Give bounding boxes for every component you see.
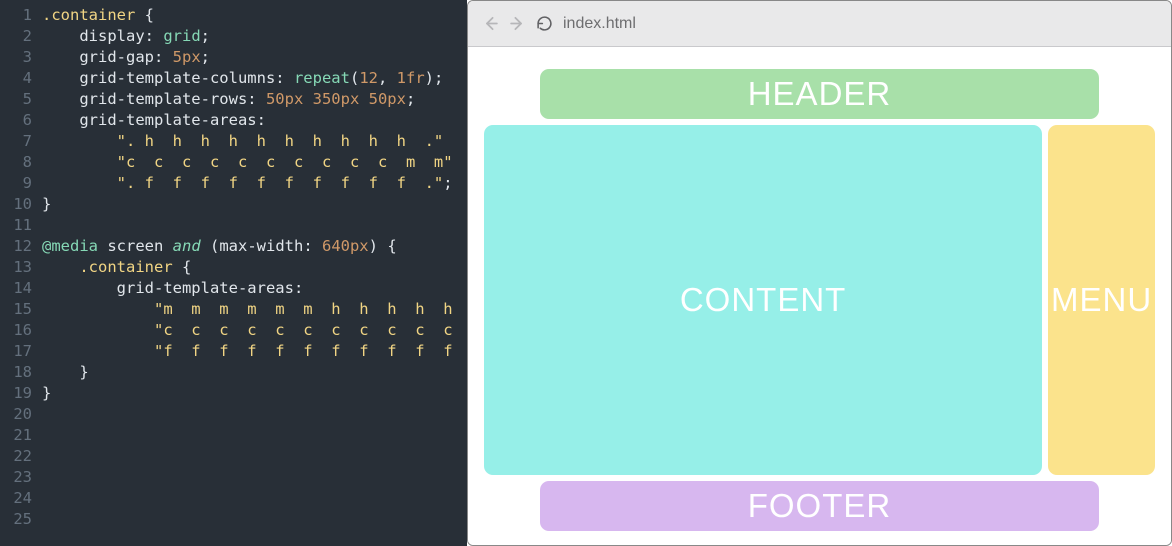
code-line[interactable]: ". h h h h h h h h h h ." <box>42 131 467 152</box>
back-icon[interactable] <box>482 15 499 32</box>
grid-footer: FOOTER <box>540 481 1098 531</box>
line-number: 11 <box>0 215 32 236</box>
line-number: 21 <box>0 425 32 446</box>
line-number: 23 <box>0 467 32 488</box>
code-editor[interactable]: 1234567891011121314151617181920212223242… <box>0 0 467 546</box>
code-line[interactable] <box>42 488 467 509</box>
line-number: 2 <box>0 26 32 47</box>
line-number: 24 <box>0 488 32 509</box>
browser-preview: index.html HEADER CONTENT MENU FOOTER <box>467 0 1172 546</box>
grid-content: CONTENT <box>484 125 1042 475</box>
code-line[interactable]: "c c c c c c c c c c c c" <box>42 320 467 341</box>
browser-toolbar: index.html <box>468 1 1171 47</box>
code-line[interactable]: "c c c c c c c c c c m m" <box>42 152 467 173</box>
line-number: 8 <box>0 152 32 173</box>
line-number: 14 <box>0 278 32 299</box>
code-line[interactable] <box>42 446 467 467</box>
code-line[interactable]: grid-template-rows: 50px 350px 50px; <box>42 89 467 110</box>
reload-icon[interactable] <box>536 15 553 32</box>
code-line[interactable] <box>42 215 467 236</box>
line-number: 25 <box>0 509 32 530</box>
line-number-gutter: 1234567891011121314151617181920212223242… <box>0 5 42 546</box>
line-number: 17 <box>0 341 32 362</box>
line-number: 7 <box>0 131 32 152</box>
code-line[interactable]: } <box>42 362 467 383</box>
code-line[interactable]: grid-gap: 5px; <box>42 47 467 68</box>
code-line[interactable]: ". f f f f f f f f f f ."; <box>42 173 467 194</box>
line-number: 13 <box>0 257 32 278</box>
forward-icon[interactable] <box>509 15 526 32</box>
line-number: 4 <box>0 68 32 89</box>
line-number: 10 <box>0 194 32 215</box>
code-line[interactable]: } <box>42 383 467 404</box>
grid-header: HEADER <box>540 69 1098 119</box>
browser-viewport: HEADER CONTENT MENU FOOTER <box>468 47 1171 545</box>
code-line[interactable]: "f f f f f f f f f f f f"; <box>42 341 467 362</box>
code-line[interactable] <box>42 467 467 488</box>
line-number: 15 <box>0 299 32 320</box>
code-line[interactable]: grid-template-columns: repeat(12, 1fr); <box>42 68 467 89</box>
code-line[interactable]: grid-template-areas: <box>42 110 467 131</box>
code-line[interactable]: } <box>42 194 467 215</box>
line-number: 6 <box>0 110 32 131</box>
line-number: 9 <box>0 173 32 194</box>
grid-container: HEADER CONTENT MENU FOOTER <box>484 69 1155 531</box>
code-line[interactable]: .container { <box>42 257 467 278</box>
code-line[interactable]: @media screen and (max-width: 640px) { <box>42 236 467 257</box>
code-line[interactable]: display: grid; <box>42 26 467 47</box>
code-area[interactable]: .container { display: grid; grid-gap: 5p… <box>42 5 467 546</box>
line-number: 5 <box>0 89 32 110</box>
code-line[interactable]: "m m m m m m h h h h h h" <box>42 299 467 320</box>
line-number: 16 <box>0 320 32 341</box>
grid-menu: MENU <box>1048 125 1155 475</box>
line-number: 1 <box>0 5 32 26</box>
line-number: 22 <box>0 446 32 467</box>
line-number: 12 <box>0 236 32 257</box>
line-number: 18 <box>0 362 32 383</box>
code-line[interactable]: .container { <box>42 5 467 26</box>
code-line[interactable] <box>42 425 467 446</box>
line-number: 20 <box>0 404 32 425</box>
code-line[interactable] <box>42 404 467 425</box>
line-number: 19 <box>0 383 32 404</box>
line-number: 3 <box>0 47 32 68</box>
code-line[interactable]: grid-template-areas: <box>42 278 467 299</box>
address-text: index.html <box>563 15 636 33</box>
code-line[interactable] <box>42 509 467 530</box>
